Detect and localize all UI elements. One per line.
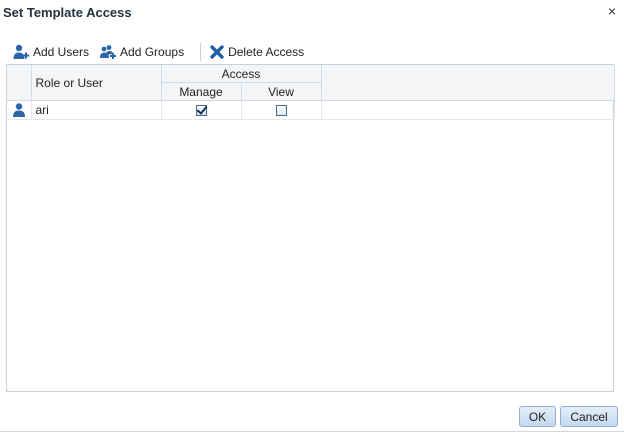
filler-header (321, 65, 615, 101)
dialog-titlebar: Set Template Access × (0, 0, 624, 28)
view-checkbox[interactable] (275, 105, 287, 117)
dialog-title: Set Template Access (3, 5, 132, 20)
cancel-button[interactable]: Cancel (560, 406, 618, 427)
filler-cell (321, 100, 615, 120)
add-users-button[interactable]: Add Users (12, 42, 89, 62)
manage-cell (161, 100, 242, 120)
add-user-icon (13, 44, 29, 59)
set-template-access-dialog: Set Template Access × Add Users Add Grou… (0, 0, 624, 432)
toolbar-separator (200, 43, 202, 61)
delete-access-button[interactable]: Delete Access (209, 42, 304, 62)
manage-header[interactable]: Manage (161, 82, 242, 101)
toolbar: Add Users Add Groups Delete Access (12, 42, 314, 62)
access-table: Role or User Access Manage View ari (7, 65, 615, 120)
delete-x-icon (210, 45, 224, 59)
role-or-user-header[interactable]: Role or User (31, 65, 162, 101)
user-icon (12, 103, 25, 117)
close-icon[interactable]: × (604, 3, 620, 19)
add-users-label: Add Users (33, 45, 90, 59)
delete-access-label: Delete Access (228, 45, 305, 59)
ok-button[interactable]: OK (519, 406, 556, 427)
table-row[interactable]: ari (7, 100, 615, 120)
manage-checkbox[interactable] (195, 105, 207, 117)
add-group-icon (100, 45, 117, 59)
view-header[interactable]: View (241, 82, 322, 101)
row-icon-cell (7, 100, 32, 120)
row-icon-header (7, 65, 32, 101)
access-group-header: Access (161, 65, 322, 83)
access-table-container: Role or User Access Manage View ari (6, 64, 615, 392)
add-groups-label: Add Groups (120, 45, 185, 59)
add-groups-button[interactable]: Add Groups (99, 42, 184, 62)
user-name-cell: ari (31, 100, 162, 120)
view-cell (241, 100, 322, 120)
